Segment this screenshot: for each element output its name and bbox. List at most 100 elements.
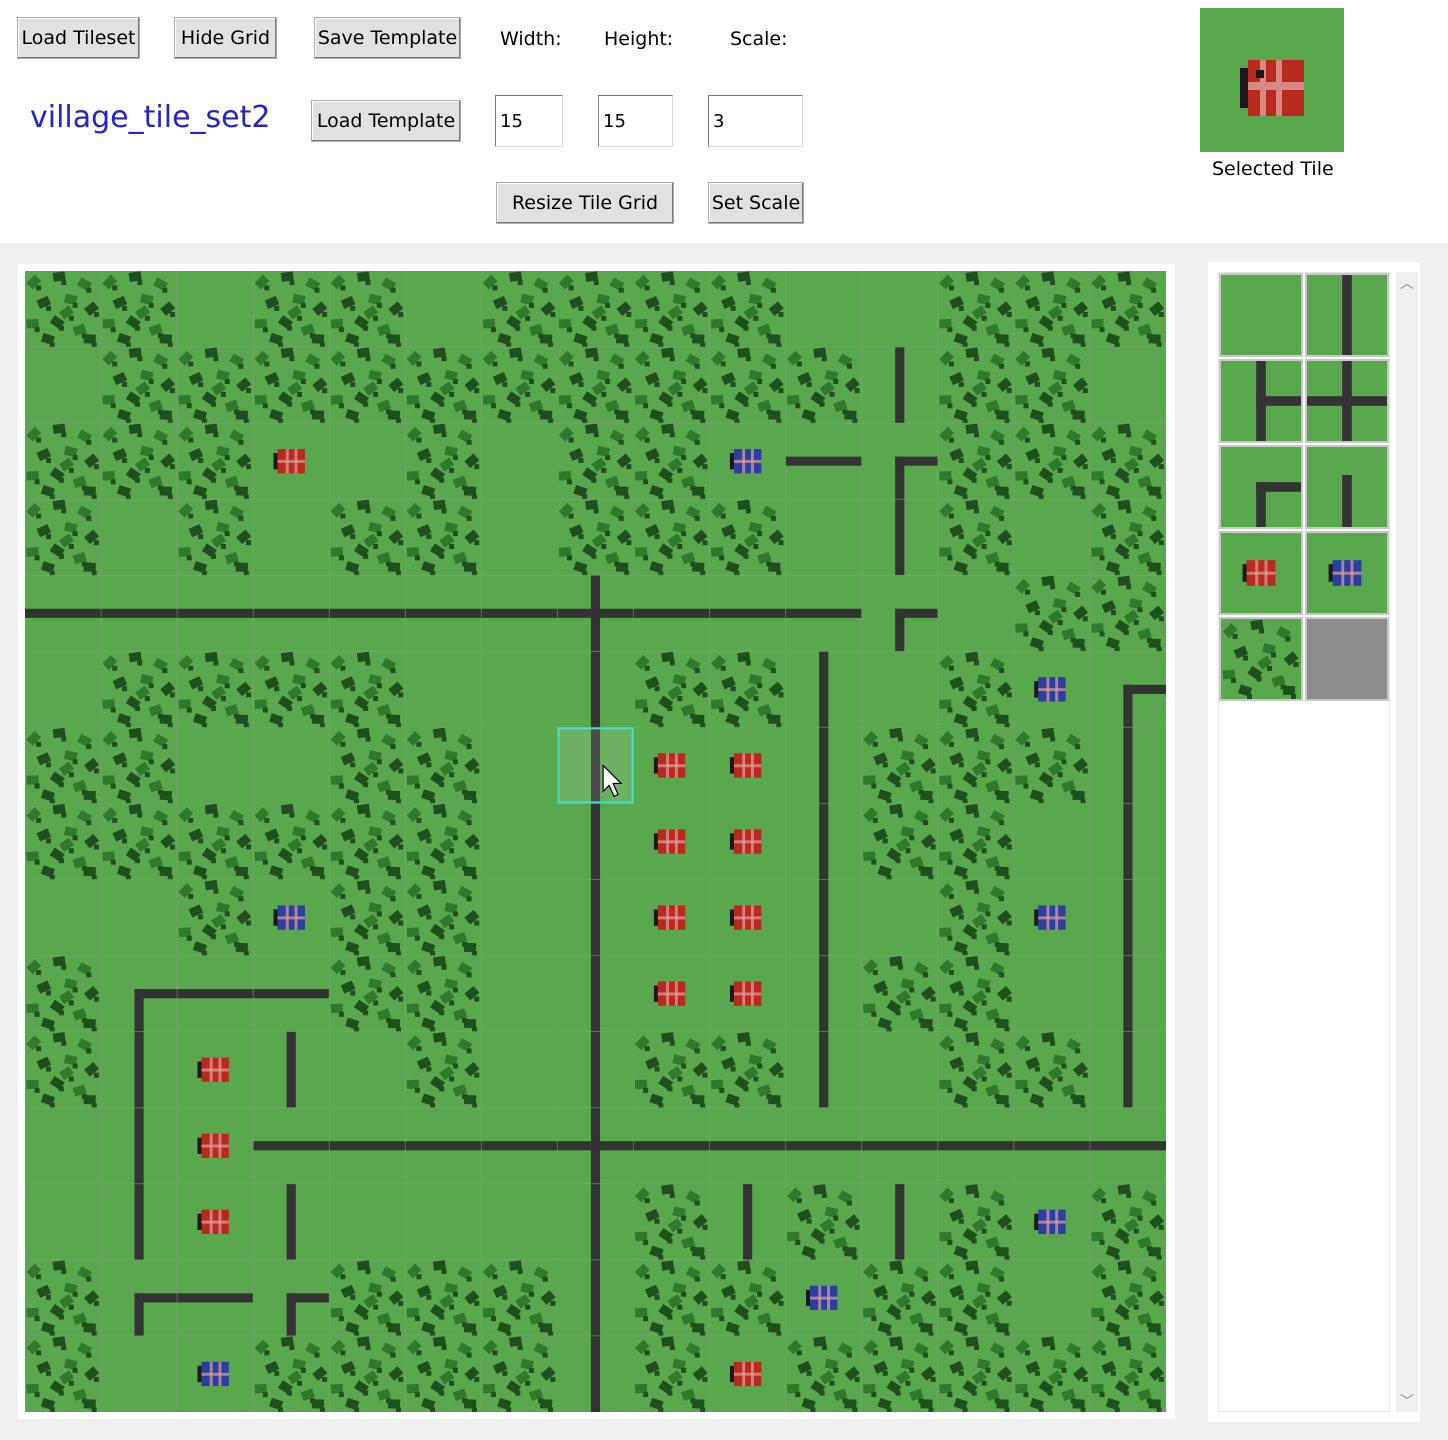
map-tile-trees[interactable]: [709, 271, 786, 348]
map-tile-road-corner[interactable]: [1089, 651, 1166, 728]
map-tile-trees[interactable]: [1089, 423, 1166, 500]
map-tile-road-vertical[interactable]: [253, 1031, 330, 1108]
map-tile-road-horizontal[interactable]: [253, 575, 330, 652]
map-tile-trees[interactable]: [25, 727, 102, 804]
map-tile-grass[interactable]: [937, 575, 1014, 652]
map-tile-road-horizontal[interactable]: [785, 423, 862, 500]
map-tile-trees[interactable]: [937, 1335, 1014, 1412]
set-scale-button[interactable]: Set Scale: [708, 182, 804, 224]
map-tile-grass[interactable]: [177, 727, 254, 804]
map-tile-grass[interactable]: [253, 727, 330, 804]
map-tile-trees[interactable]: [1013, 271, 1090, 348]
map-tile-trees[interactable]: [1013, 575, 1090, 652]
map-tile-trees[interactable]: [405, 423, 482, 500]
map-tile-trees[interactable]: [101, 803, 178, 880]
palette-scrollbar[interactable]: ︿ ﹀: [1396, 272, 1418, 1412]
map-tile-trees[interactable]: [329, 651, 406, 728]
map-tile-trees[interactable]: [1013, 1335, 1090, 1412]
map-tile-grass[interactable]: [481, 879, 558, 956]
map-tile-grass[interactable]: [481, 803, 558, 880]
map-tile-road-vertical[interactable]: [785, 955, 862, 1032]
map-tile-red-house[interactable]: [177, 1031, 254, 1108]
map-tile-trees[interactable]: [1089, 575, 1166, 652]
map-tile-grass[interactable]: [25, 651, 102, 728]
map-tile-road-horizontal[interactable]: [177, 955, 254, 1032]
palette-tile-road-vertical[interactable]: [1305, 273, 1389, 357]
map-tile-road-vertical[interactable]: [785, 1031, 862, 1108]
map-tile-trees[interactable]: [253, 271, 330, 348]
map-tile-trees[interactable]: [177, 651, 254, 728]
map-tile-red-house[interactable]: [177, 1107, 254, 1184]
map-tile-road-horizontal[interactable]: [937, 1107, 1014, 1184]
map-tile-road-vertical[interactable]: [557, 1183, 634, 1260]
map-tile-road-horizontal[interactable]: [709, 1107, 786, 1184]
map-tile-grass[interactable]: [25, 1183, 102, 1260]
map-tile-trees[interactable]: [25, 1031, 102, 1109]
scroll-down-icon[interactable]: ﹀: [1396, 1390, 1418, 1412]
map-tile-grass[interactable]: [481, 1183, 558, 1260]
resize-tile-grid-button[interactable]: Resize Tile Grid: [496, 182, 674, 224]
map-tile-road-vertical[interactable]: [861, 347, 938, 424]
map-tile-trees[interactable]: [101, 651, 178, 728]
map-tile-road-horizontal[interactable]: [329, 575, 406, 652]
map-tile-trees[interactable]: [405, 1335, 482, 1412]
map-tile-trees[interactable]: [25, 423, 102, 500]
map-tile-road-horizontal[interactable]: [405, 1107, 482, 1184]
map-tile-grass[interactable]: [101, 1335, 178, 1412]
map-tile-trees[interactable]: [861, 955, 938, 1033]
map-tile-grass[interactable]: [481, 499, 558, 576]
map-tile-trees[interactable]: [861, 1335, 938, 1412]
map-tile-grass[interactable]: [481, 1031, 558, 1108]
map-tile-trees[interactable]: [861, 803, 938, 880]
map-tile-trees[interactable]: [633, 1183, 710, 1261]
map-tile-road-vertical[interactable]: [557, 955, 634, 1032]
map-tile-red-house[interactable]: [633, 955, 710, 1032]
map-tile-trees[interactable]: [481, 271, 558, 348]
map-tile-trees[interactable]: [1089, 1335, 1166, 1412]
map-tile-grass[interactable]: [329, 423, 406, 500]
map-tile-road-vertical[interactable]: [1089, 727, 1166, 804]
map-tile-trees[interactable]: [709, 347, 786, 424]
map-tile-road-vertical[interactable]: [861, 1183, 938, 1260]
map-tile-trees[interactable]: [785, 347, 862, 424]
map-tile-trees[interactable]: [1089, 1183, 1166, 1261]
map-tile-trees[interactable]: [101, 423, 178, 500]
map-tile-trees[interactable]: [405, 879, 482, 957]
map-tile-trees[interactable]: [1089, 271, 1166, 348]
map-tile-road-vertical[interactable]: [1089, 879, 1166, 956]
map-tile-blue-house[interactable]: [177, 1335, 254, 1412]
map-tile-trees[interactable]: [25, 803, 102, 880]
map-tile-trees[interactable]: [937, 955, 1014, 1033]
map-tile-red-house[interactable]: [709, 955, 786, 1032]
map-tile-trees[interactable]: [177, 879, 254, 957]
map-tile-red-house[interactable]: [253, 423, 330, 500]
map-tile-grass[interactable]: [1013, 955, 1090, 1032]
map-tile-trees[interactable]: [557, 347, 634, 424]
map-tile-road-vertical[interactable]: [785, 651, 862, 728]
palette-tile-road-t[interactable]: [1219, 359, 1303, 443]
map-tile-red-house[interactable]: [709, 879, 786, 956]
map-tile-trees[interactable]: [253, 347, 330, 424]
map-tile-grass[interactable]: [481, 651, 558, 728]
map-tile-road-vertical[interactable]: [785, 803, 862, 880]
map-tile-road-vertical[interactable]: [101, 1183, 178, 1260]
map-tile-road-vertical[interactable]: [1089, 955, 1166, 1032]
map-tile-road-horizontal[interactable]: [253, 1107, 330, 1184]
map-tile-trees[interactable]: [1089, 1259, 1166, 1337]
map-tile-trees[interactable]: [633, 1335, 710, 1412]
map-tile-grass[interactable]: [1013, 499, 1090, 576]
map-tile-trees[interactable]: [329, 271, 406, 348]
map-tile-grass[interactable]: [25, 879, 102, 956]
map-tile-road-corner[interactable]: [101, 1259, 178, 1336]
tile-map-canvas[interactable]: [25, 271, 1166, 1412]
map-tile-trees[interactable]: [709, 1031, 786, 1109]
map-tile-trees[interactable]: [177, 499, 254, 576]
map-tile-blue-house[interactable]: [785, 1259, 862, 1336]
map-tile-trees[interactable]: [937, 651, 1014, 728]
map-tile-trees[interactable]: [1013, 727, 1090, 804]
map-tile-red-house[interactable]: [709, 1335, 786, 1412]
map-tile-trees[interactable]: [937, 803, 1014, 880]
tile-palette[interactable]: [1218, 272, 1390, 1412]
map-tile-trees[interactable]: [937, 1183, 1014, 1261]
map-tile-trees[interactable]: [633, 1259, 710, 1337]
